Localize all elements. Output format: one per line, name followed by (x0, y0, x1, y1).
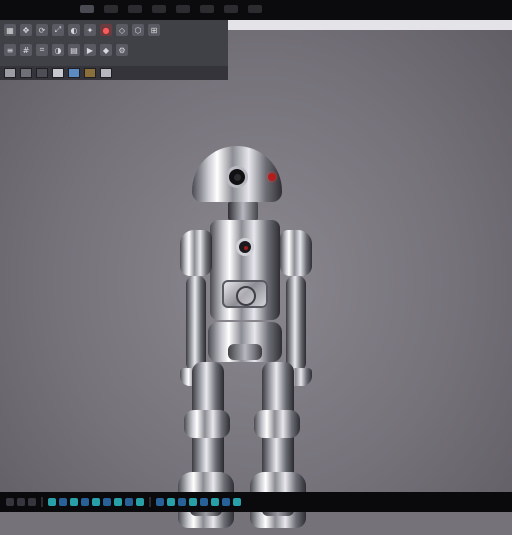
snap-icon: ⊞ (150, 25, 158, 35)
tab-2[interactable] (104, 5, 118, 13)
keyframe-icon: ◆ (102, 45, 110, 55)
light-icon: ✦ (86, 25, 94, 35)
color-swatch[interactable] (4, 68, 16, 78)
anim-icon: ▶ (86, 45, 94, 55)
select-icon: ▦ (6, 25, 14, 35)
robot-model[interactable] (140, 140, 340, 535)
taskbar-icon-16[interactable] (189, 498, 197, 506)
top-title-strip (0, 0, 512, 20)
wire-tool-button[interactable]: ⌗ (36, 44, 48, 56)
select-tool-button[interactable]: ▦ (4, 24, 16, 36)
snap-tool-button[interactable]: ⊞ (148, 24, 160, 36)
shade-icon: ◑ (54, 45, 62, 55)
tab-1[interactable] (80, 5, 94, 13)
taskbar-icon-12[interactable] (136, 498, 144, 506)
toolbar-panel: ▦ ✥ ⟳ ⤢ ◐ ✦ ● ◇ ⬡ ⊞ ≡ # ⌗ ◑ ▤ ▶ ◆ ⚙ (0, 20, 228, 67)
taskbar-icon-1[interactable] (6, 498, 14, 506)
taskbar-icon-2[interactable] (17, 498, 25, 506)
taskbar-icon-7[interactable] (81, 498, 89, 506)
keyframe-tool-button[interactable]: ◆ (100, 44, 112, 56)
move-tool-button[interactable]: ✥ (20, 24, 32, 36)
taskbar-icon-9[interactable] (103, 498, 111, 506)
rotate-icon: ⟳ (38, 25, 46, 35)
color-swatch[interactable] (100, 68, 112, 78)
material-tool-button[interactable]: ◇ (116, 24, 128, 36)
color-swatch[interactable] (52, 68, 64, 78)
scale-icon: ⤢ (54, 25, 62, 34)
taskbar-icon-20[interactable] (233, 498, 241, 506)
mesh-icon: ⬡ (134, 25, 142, 35)
taskbar-icon-15[interactable] (178, 498, 186, 506)
texture-icon: ▤ (70, 45, 78, 55)
taskbar-icon-10[interactable] (114, 498, 122, 506)
robot-shoulder-left (180, 230, 212, 276)
tab-3[interactable] (128, 5, 142, 13)
taskbar-icon-3[interactable] (28, 498, 36, 506)
tab-8[interactable] (248, 5, 262, 13)
color-swatch[interactable] (68, 68, 80, 78)
taskbar-icon-4[interactable] (48, 498, 56, 506)
color-swatch[interactable] (84, 68, 96, 78)
move-icon: ✥ (22, 25, 30, 35)
settings-icon: ⚙ (118, 45, 126, 55)
mesh-tool-button[interactable]: ⬡ (132, 24, 144, 36)
robot-arm-left[interactable] (186, 276, 206, 371)
tab-4[interactable] (152, 5, 166, 13)
color-swatch[interactable] (20, 68, 32, 78)
layers-tool-button[interactable]: ≡ (4, 44, 16, 56)
taskbar-icon-8[interactable] (92, 498, 100, 506)
grid-tool-button[interactable]: # (20, 44, 32, 56)
material-icon: ◇ (118, 25, 126, 35)
taskbar-separator (149, 497, 151, 507)
robot-chest-lens (236, 238, 254, 256)
tab-6[interactable] (200, 5, 214, 13)
taskbar-icon-11[interactable] (125, 498, 133, 506)
wire-icon: ⌗ (39, 45, 45, 54)
toolbar-row-2: ≡ # ⌗ ◑ ▤ ▶ ◆ ⚙ (4, 44, 128, 56)
shade-tool-button[interactable]: ◑ (52, 44, 64, 56)
grid-icon: # (22, 45, 30, 55)
robot-knee-right (254, 410, 300, 438)
camera-tool-button[interactable]: ◐ (68, 24, 80, 36)
robot-shoulder-right (280, 230, 312, 276)
taskbar-icon-14[interactable] (167, 498, 175, 506)
tab-7[interactable] (224, 5, 238, 13)
taskbar-separator (41, 497, 43, 507)
robot-chest-plate (222, 280, 268, 308)
robot-pelvis-detail (228, 344, 262, 360)
robot-knee-left (184, 410, 230, 438)
taskbar-icon-18[interactable] (211, 498, 219, 506)
scale-tool-button[interactable]: ⤢ (52, 24, 64, 36)
3d-viewport[interactable] (0, 80, 512, 528)
taskbar-icon-13[interactable] (156, 498, 164, 506)
toolbar-row-1: ▦ ✥ ⟳ ⤢ ◐ ✦ ● ◇ ⬡ ⊞ (4, 24, 160, 36)
render-icon: ● (102, 25, 110, 35)
robot-eye (226, 166, 248, 188)
robot-neck (228, 202, 258, 220)
rotate-tool-button[interactable]: ⟳ (36, 24, 48, 36)
taskbar-icon-5[interactable] (59, 498, 67, 506)
layers-icon: ≡ (6, 45, 14, 55)
color-swatch[interactable] (36, 68, 48, 78)
taskbar-icon-6[interactable] (70, 498, 78, 506)
anim-tool-button[interactable]: ▶ (84, 44, 96, 56)
taskbar-icon-19[interactable] (222, 498, 230, 506)
robot-indicator-light (268, 173, 276, 181)
settings-tool-button[interactable]: ⚙ (116, 44, 128, 56)
tab-5[interactable] (176, 5, 190, 13)
color-swatches (0, 66, 228, 80)
taskbar (0, 492, 512, 512)
render-tool-button[interactable]: ● (100, 24, 112, 36)
top-tabs (80, 5, 262, 13)
window-title-bar (228, 20, 512, 30)
texture-tool-button[interactable]: ▤ (68, 44, 80, 56)
light-tool-button[interactable]: ✦ (84, 24, 96, 36)
taskbar-icon-17[interactable] (200, 498, 208, 506)
robot-arm-right[interactable] (286, 276, 306, 371)
camera-icon: ◐ (70, 25, 78, 35)
app-window: ▦ ✥ ⟳ ⤢ ◐ ✦ ● ◇ ⬡ ⊞ ≡ # ⌗ ◑ ▤ ▶ ◆ ⚙ (0, 0, 512, 528)
